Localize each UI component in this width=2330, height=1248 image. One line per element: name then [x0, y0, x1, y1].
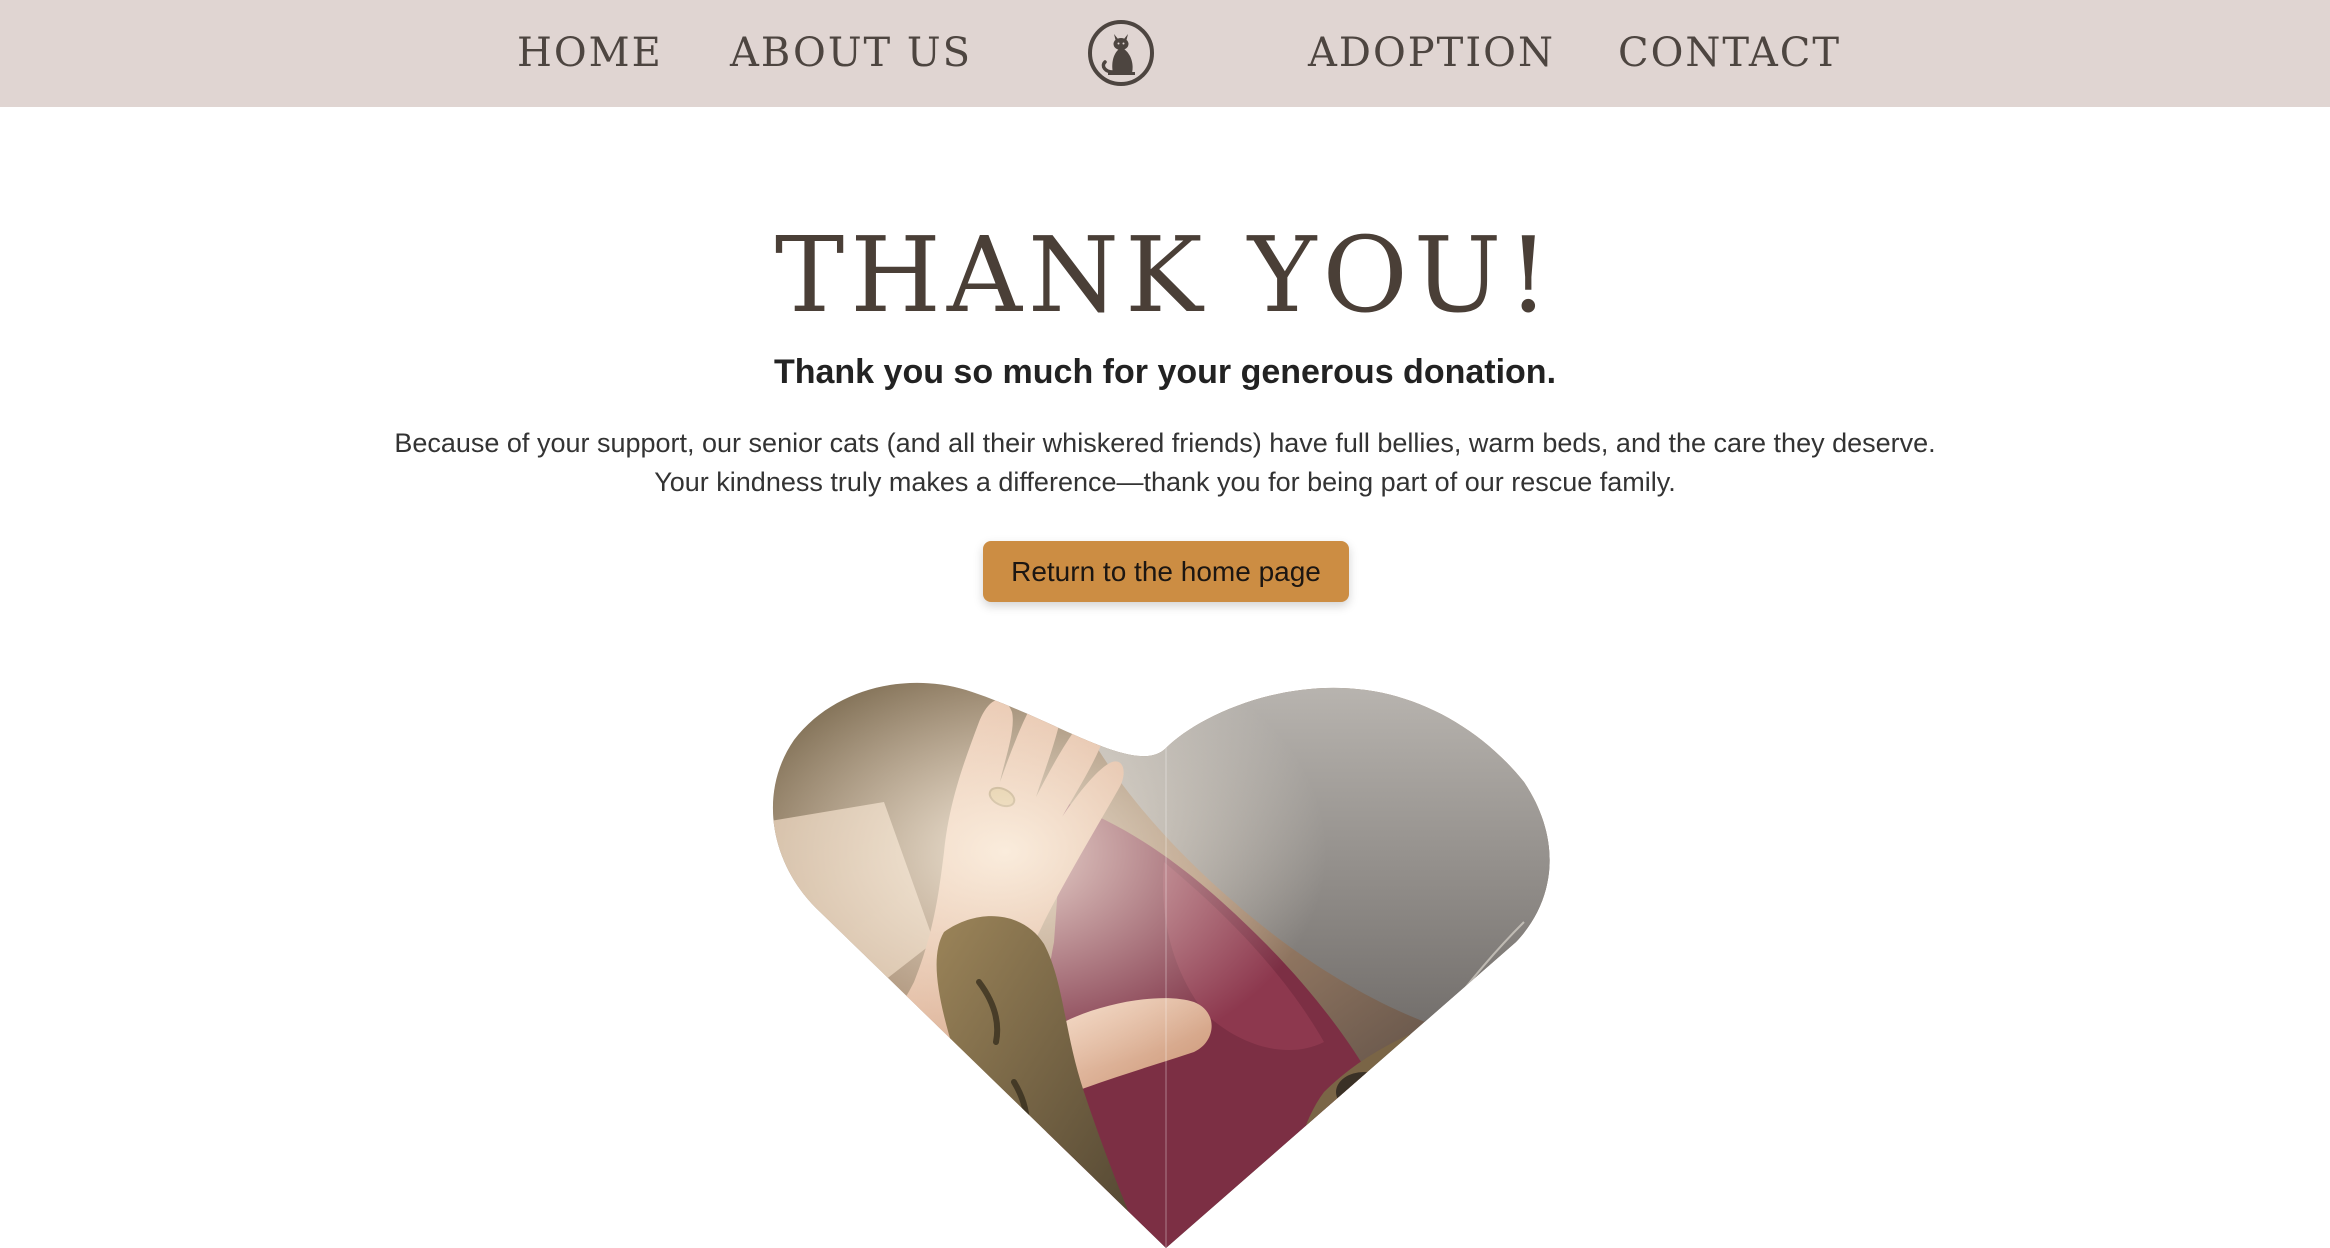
thank-you-message: Because of your support, our senior cats…: [0, 424, 2330, 502]
subtitle: Thank you so much for your generous dona…: [773, 353, 1557, 391]
message-line-1: Because of your support, our senior cats…: [394, 428, 1936, 458]
message-line-2: Your kindness truly makes a difference—t…: [654, 467, 1676, 497]
heart-photo-hand-and-paw: [764, 682, 1568, 1248]
return-home-button[interactable]: Return to the home page: [983, 541, 1349, 602]
nav-link-adoption[interactable]: ADOPTION: [1308, 28, 1555, 78]
top-nav: HOME ABOUT US ADOPTION CONTACT: [0, 0, 2330, 107]
nav-link-about-us[interactable]: ABOUT US: [730, 28, 972, 78]
cat-logo-icon[interactable]: [1086, 18, 1156, 88]
nav-link-contact[interactable]: CONTACT: [1618, 28, 1841, 78]
page-title: THANK YOU!: [774, 214, 1556, 336]
nav-link-home[interactable]: HOME: [517, 28, 663, 78]
